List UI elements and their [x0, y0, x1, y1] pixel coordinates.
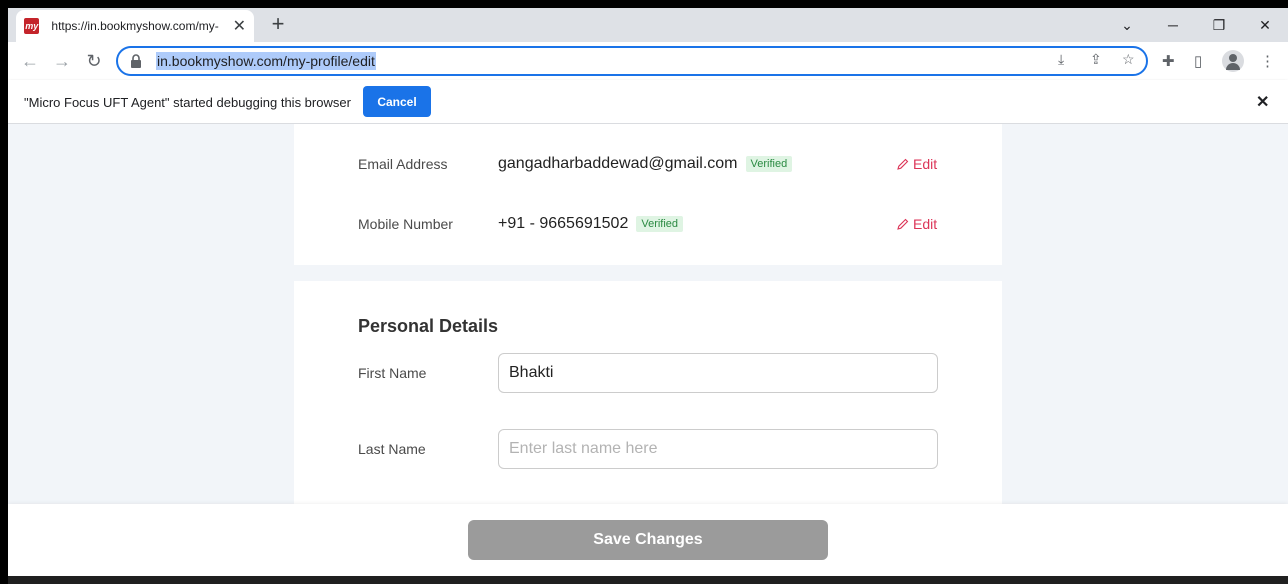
os-taskbar [8, 576, 1288, 584]
side-panel-icon[interactable]: ▯ [1194, 52, 1202, 70]
pencil-icon [897, 218, 909, 230]
lock-icon [131, 54, 141, 68]
first-name-label: First Name [358, 365, 427, 381]
address-bar[interactable]: in.bookmyshow.com/my-profile/edit [116, 46, 1148, 76]
cancel-button[interactable]: Cancel [363, 86, 431, 117]
email-value: gangadharbaddewad@gmail.com [498, 155, 738, 172]
browser-toolbar: ← → ↻ in.bookmyshow.com/my-profile/edit … [8, 42, 1288, 80]
extensions-puzzle-icon[interactable]: ✚ [1162, 52, 1175, 70]
window-close-icon[interactable]: ✕ [1242, 17, 1288, 34]
new-tab-icon[interactable]: + [266, 11, 290, 36]
bookmyshow-favicon-icon: my [24, 18, 40, 34]
email-row: gangadharbaddewad@gmail.com Verified [498, 155, 793, 173]
browser-window: my https://in.bookmyshow.com/my- ✕ + ⌄ ─… [8, 8, 1288, 584]
infobar-message: "Micro Focus UFT Agent" started debuggin… [24, 95, 351, 110]
tab-title: https://in.bookmyshow.com/my- [51, 19, 219, 33]
page-content: Email Address gangadharbaddewad@gmail.co… [8, 124, 1288, 504]
tab-search-chevron-down-icon[interactable]: ⌄ [1104, 17, 1150, 34]
reload-icon[interactable]: ↻ [82, 50, 106, 72]
debugging-infobar: "Micro Focus UFT Agent" started debuggin… [8, 80, 1288, 124]
tab-close-icon[interactable]: ✕ [233, 16, 246, 36]
mobile-value: +91 - 9665691502 [498, 215, 629, 232]
profile-avatar[interactable] [1222, 50, 1244, 72]
email-label: Email Address [358, 156, 448, 172]
edit-label: Edit [913, 216, 938, 232]
install-app-icon[interactable]: ⤓ [1058, 51, 1064, 68]
restore-icon[interactable]: ❐ [1196, 17, 1242, 34]
last-name-field[interactable] [498, 429, 938, 469]
section-title: Personal Details [358, 316, 499, 336]
email-verified-badge: Verified [745, 156, 793, 172]
save-bar: Save Changes [8, 504, 1288, 576]
tab-strip: my https://in.bookmyshow.com/my- ✕ + ⌄ ─… [8, 8, 1288, 42]
more-menu-icon[interactable]: ⋮ [1260, 52, 1275, 70]
pencil-icon [897, 158, 909, 170]
infobar-close-icon[interactable]: ✕ [1256, 92, 1269, 112]
save-changes-button[interactable]: Save Changes [468, 520, 828, 560]
minimize-icon[interactable]: ─ [1150, 17, 1196, 33]
mobile-row: +91 - 9665691502 Verified [498, 215, 684, 233]
back-arrow-icon[interactable]: ← [18, 50, 42, 72]
edit-mobile-button[interactable]: Edit [897, 216, 937, 232]
contact-card: Email Address gangadharbaddewad@gmail.co… [294, 124, 1002, 265]
mobile-label: Mobile Number [358, 216, 453, 232]
last-name-label: Last Name [358, 441, 426, 457]
first-name-field[interactable] [498, 353, 938, 393]
share-icon[interactable]: ⇪ [1090, 51, 1102, 68]
forward-arrow-icon[interactable]: → [50, 50, 74, 72]
address-url[interactable]: in.bookmyshow.com/my-profile/edit [156, 52, 376, 70]
window-controls: ⌄ ─ ❐ ✕ [1104, 8, 1288, 42]
browser-tab[interactable]: my https://in.bookmyshow.com/my- ✕ [16, 10, 254, 42]
personal-details-card: Personal Details First Name Last Name [294, 281, 1002, 504]
bookmark-star-icon[interactable]: ☆ [1122, 51, 1135, 68]
mobile-verified-badge: Verified [636, 216, 684, 232]
edit-label: Edit [913, 156, 938, 172]
edit-email-button[interactable]: Edit [897, 156, 937, 172]
